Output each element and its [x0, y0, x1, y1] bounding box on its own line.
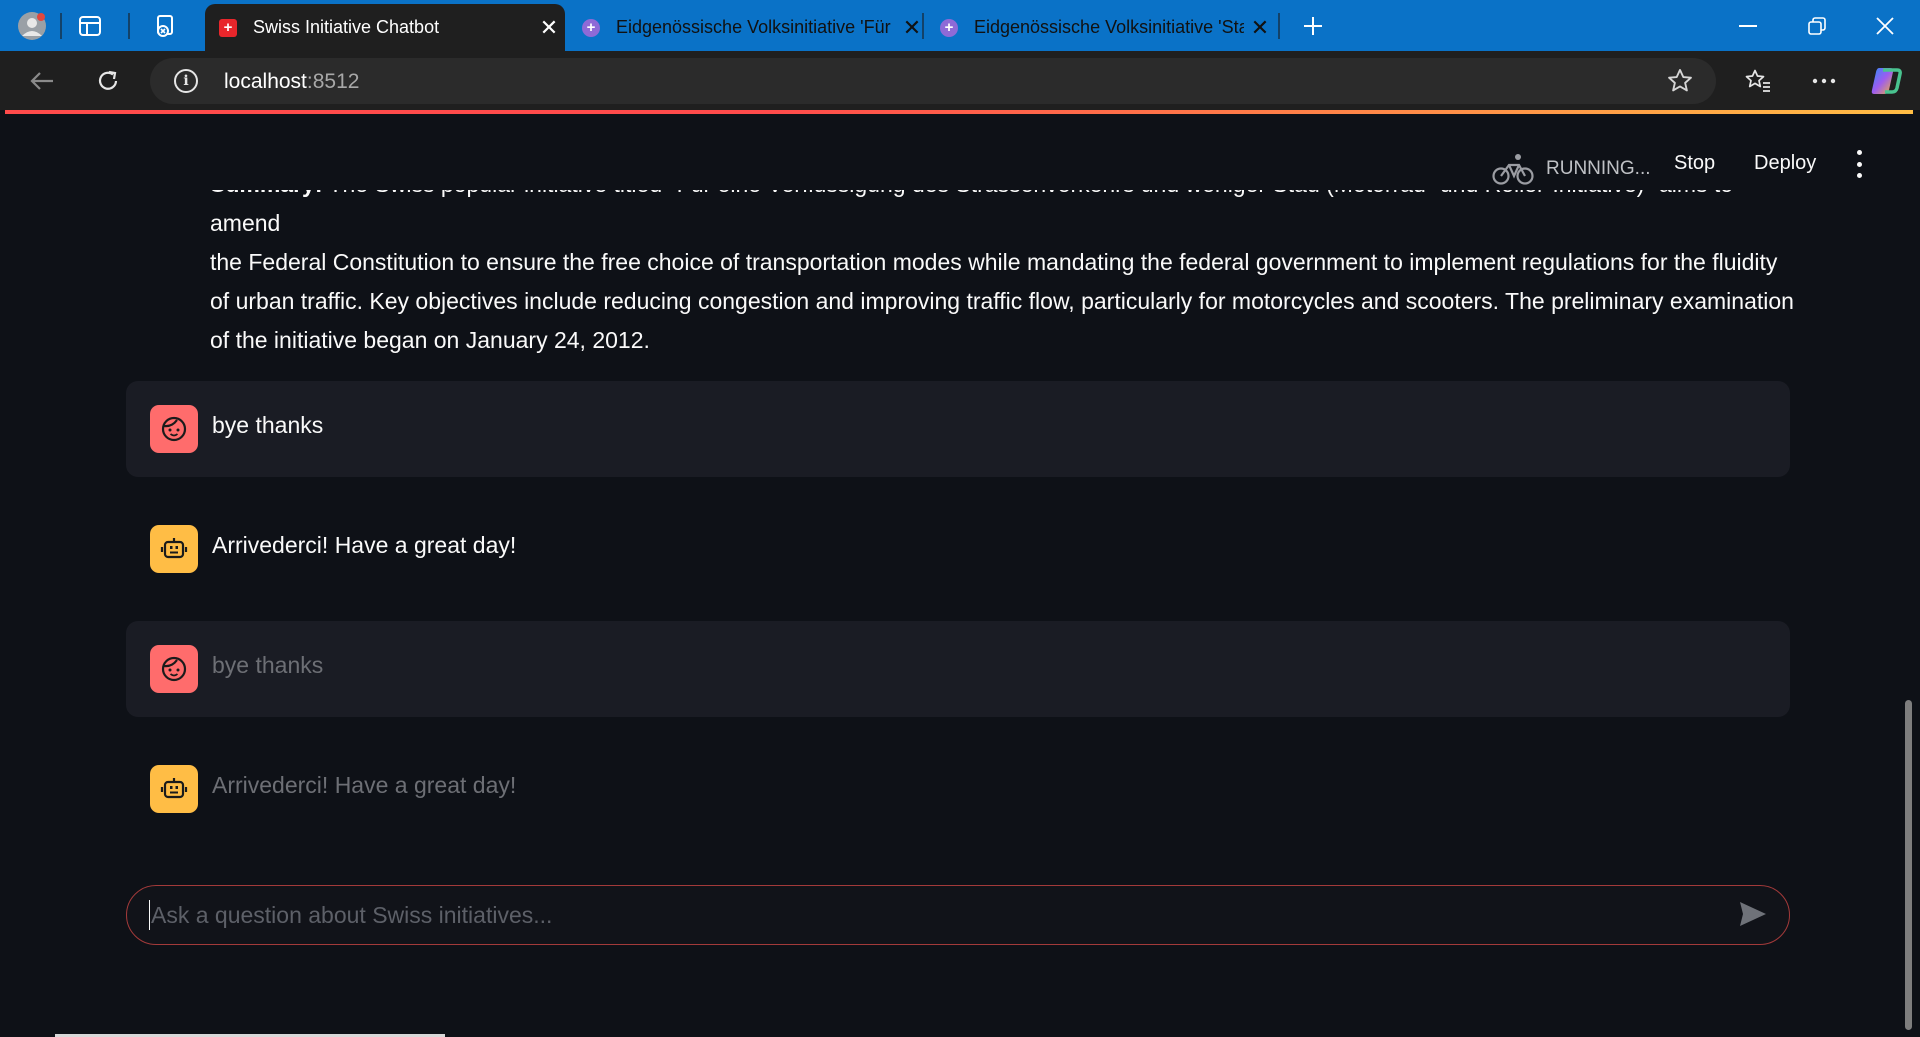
favorites-icon[interactable] — [1738, 61, 1778, 101]
summary-line-3: of urban traffic. Key objectives include… — [210, 288, 1794, 314]
running-status: RUNNING... — [1492, 152, 1651, 186]
tab-volksinitiative-fur[interactable]: + Eidgenössische Volksinitiative 'Für ✕ — [568, 4, 928, 51]
url-text[interactable]: localhost:8512 — [224, 70, 359, 94]
admin-ch-icon: + — [582, 18, 600, 37]
tab-volksinitiative-sta[interactable]: + Eidgenössische Volksinitiative 'Sta ✕ — [926, 4, 1276, 51]
restore-icon[interactable] — [1782, 0, 1852, 51]
browser-toolbar: i localhost:8512 — [0, 51, 1920, 110]
more-icon[interactable] — [1804, 61, 1844, 101]
divider — [1278, 13, 1280, 39]
url-host: localhost — [224, 70, 307, 93]
tab-title: Eidgenössische Volksinitiative 'Für — [616, 17, 891, 37]
refresh-icon[interactable] — [88, 61, 128, 101]
favorite-star-icon[interactable] — [1666, 67, 1694, 100]
chat-message-user: bye thanks — [126, 621, 1790, 717]
message-text: bye thanks — [212, 412, 324, 438]
close-icon[interactable] — [1850, 0, 1920, 51]
chat-message-assistant: Arrivederci! Have a great day! — [126, 741, 1790, 837]
summary-line-2: the Federal Constitution to ensure the f… — [210, 249, 1778, 275]
divider — [128, 13, 130, 39]
swiss-flag-icon: + — [219, 18, 237, 37]
status-text: RUNNING... — [1546, 158, 1651, 179]
site-info-icon[interactable]: i — [174, 69, 198, 93]
address-bar[interactable]: i localhost:8512 — [150, 58, 1716, 104]
message-text: Arrivederci! Have a great day! — [212, 532, 517, 558]
app-header: RUNNING... Stop Deploy — [5, 114, 1913, 190]
user-face-icon — [150, 645, 198, 693]
vertical-tabs-icon[interactable] — [150, 10, 182, 42]
new-tab-icon[interactable] — [1297, 10, 1329, 42]
browser-tab-strip: + Swiss Initiative Chatbot ✕ + Eidgenöss… — [0, 0, 1920, 51]
tab-title: Swiss Initiative Chatbot — [253, 17, 440, 37]
minimize-icon[interactable] — [1713, 0, 1783, 51]
send-icon[interactable] — [1739, 901, 1767, 932]
bike-running-icon — [1492, 154, 1534, 185]
robot-icon — [150, 525, 198, 573]
back-icon[interactable] — [22, 61, 62, 101]
tab-title: Eidgenössische Volksinitiative 'Sta — [974, 17, 1244, 37]
summary-line-4: of the initiative began on January 24, 2… — [210, 327, 650, 353]
chat-message-user: bye thanks — [126, 381, 1790, 477]
stop-button[interactable]: Stop — [1674, 152, 1715, 175]
workspaces-icon[interactable] — [74, 10, 106, 42]
url-port: :8512 — [306, 70, 360, 93]
close-tab-icon[interactable]: ✕ — [1244, 15, 1276, 41]
assistant-summary-message: Summary: The Swiss popular initiative ti… — [210, 171, 1800, 360]
close-tab-icon[interactable]: ✕ — [533, 15, 565, 41]
copilot-icon[interactable] — [1866, 61, 1906, 101]
divider — [922, 13, 924, 39]
robot-icon — [150, 765, 198, 813]
message-text: bye thanks — [212, 652, 324, 678]
divider — [60, 13, 62, 39]
profile-icon[interactable] — [16, 10, 48, 42]
chat-message-assistant: Arrivederci! Have a great day! — [126, 501, 1790, 597]
kebab-menu-icon[interactable] — [1849, 150, 1869, 178]
chat-input-container — [126, 885, 1790, 945]
streamlit-app: Summary: The Swiss popular initiative ti… — [5, 110, 1913, 1037]
user-face-icon — [150, 405, 198, 453]
admin-ch-icon: + — [940, 18, 958, 37]
chat-input[interactable] — [149, 900, 1709, 930]
deploy-button[interactable]: Deploy — [1754, 152, 1816, 175]
message-text: Arrivederci! Have a great day! — [212, 772, 517, 798]
vertical-scrollbar[interactable] — [1905, 700, 1912, 1030]
tab-swiss-initiative-chatbot[interactable]: + Swiss Initiative Chatbot ✕ — [205, 4, 565, 51]
